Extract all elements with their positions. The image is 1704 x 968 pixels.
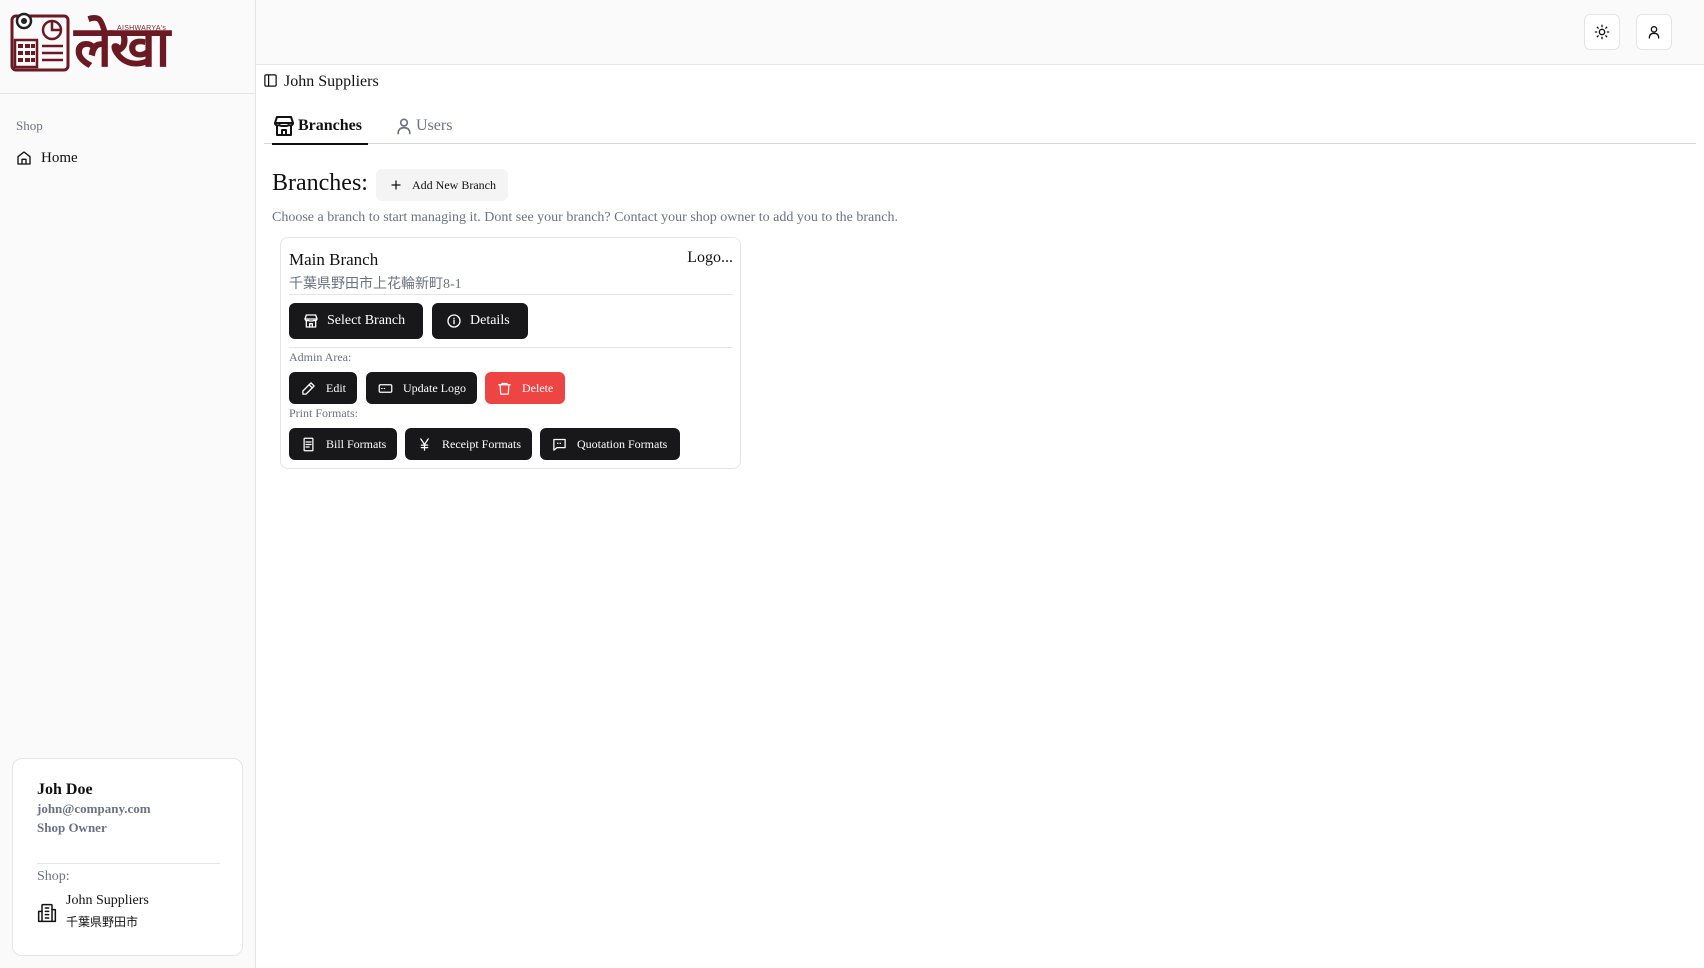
select-branch-label: Select Branch [327, 313, 406, 328]
sun-icon [1594, 24, 1610, 40]
receipt-formats-button[interactable]: Receipt Formats [405, 428, 532, 460]
top-bar [256, 0, 1704, 65]
admin-area-label: Admin Area: [289, 350, 352, 364]
select-branch-button[interactable]: Select Branch [289, 303, 423, 339]
update-logo-label: Update Logo [403, 380, 466, 395]
user-icon [1648, 26, 1660, 39]
plus-icon [391, 180, 401, 190]
info-icon [447, 314, 461, 328]
ledger-logo-icon [10, 12, 70, 72]
sidebar: AISHWARYA's लेखा Shop Home Joh Doe john@… [0, 0, 256, 968]
shop-label: Shop: [37, 869, 70, 884]
tab-users[interactable]: Users [394, 109, 464, 143]
delete-label: Delete [522, 380, 554, 395]
add-branch-button[interactable]: Add New Branch [376, 169, 508, 201]
user-icon [397, 118, 411, 135]
tab-label: Users [416, 117, 453, 134]
details-button[interactable]: Details [432, 303, 528, 339]
image-frame-icon [378, 383, 393, 393]
quotation-formats-button[interactable]: Quotation Formats [540, 428, 680, 460]
user-name: Joh Doe [37, 781, 93, 798]
branch-card: Main Branch Logo... 千葉県野田市上花輪新町8-1 Selec… [280, 237, 741, 469]
edit-button[interactable]: Edit [289, 372, 357, 404]
building-icon [37, 903, 57, 923]
divider [289, 347, 733, 348]
branch-logo-placeholder: Logo... [687, 249, 733, 266]
tab-label: Branches [298, 117, 362, 134]
edit-label: Edit [326, 380, 346, 395]
hint-text: Choose a branch to start managing it. Do… [272, 210, 898, 225]
sidebar-item-home[interactable]: Home [12, 145, 242, 171]
bill-formats-label: Bill Formats [326, 436, 387, 451]
details-label: Details [470, 313, 510, 328]
sidebar-group-label: Shop [16, 118, 43, 133]
tab-branches[interactable]: Branches [272, 109, 368, 145]
store-icon [274, 116, 294, 136]
user-role: Shop Owner [37, 820, 107, 835]
update-logo-button[interactable]: Update Logo [366, 372, 477, 404]
user-card: Joh Doe john@company.com Shop Owner Shop… [12, 758, 243, 956]
receipt-formats-label: Receipt Formats [442, 436, 521, 451]
shop-name: John Suppliers [66, 893, 149, 908]
delete-button[interactable]: Delete [485, 372, 565, 404]
brand-logo[interactable]: AISHWARYA's लेखा [0, 0, 255, 94]
store-icon [304, 314, 318, 328]
page-title: John Suppliers [284, 73, 379, 90]
sidebar-toggle-icon[interactable] [263, 73, 278, 88]
trash-icon [498, 382, 511, 395]
section-heading: Branches: [272, 170, 368, 196]
bill-formats-button[interactable]: Bill Formats [289, 428, 397, 460]
quotation-formats-label: Quotation Formats [577, 436, 668, 451]
print-formats-label: Print Formats: [289, 406, 359, 420]
sidebar-item-label: Home [41, 149, 78, 166]
document-icon [303, 437, 314, 451]
pencil-icon [302, 381, 315, 395]
add-branch-label: Add New Branch [412, 177, 496, 192]
yen-icon [420, 437, 429, 451]
divider [37, 863, 220, 864]
divider [289, 294, 733, 295]
user-email: john@company.com [37, 801, 151, 816]
brand-wordmark: लेखा [74, 15, 170, 80]
message-square-icon [553, 438, 566, 451]
account-button[interactable] [1636, 14, 1672, 50]
theme-toggle-button[interactable] [1584, 14, 1620, 50]
branch-name: Main Branch [289, 250, 379, 269]
tab-bar: Branches Users [264, 105, 1696, 145]
shop-address: 千葉県野田市 [66, 915, 139, 929]
home-icon [17, 151, 31, 165]
branch-address: 千葉県野田市上花輪新町8-1 [289, 277, 462, 292]
